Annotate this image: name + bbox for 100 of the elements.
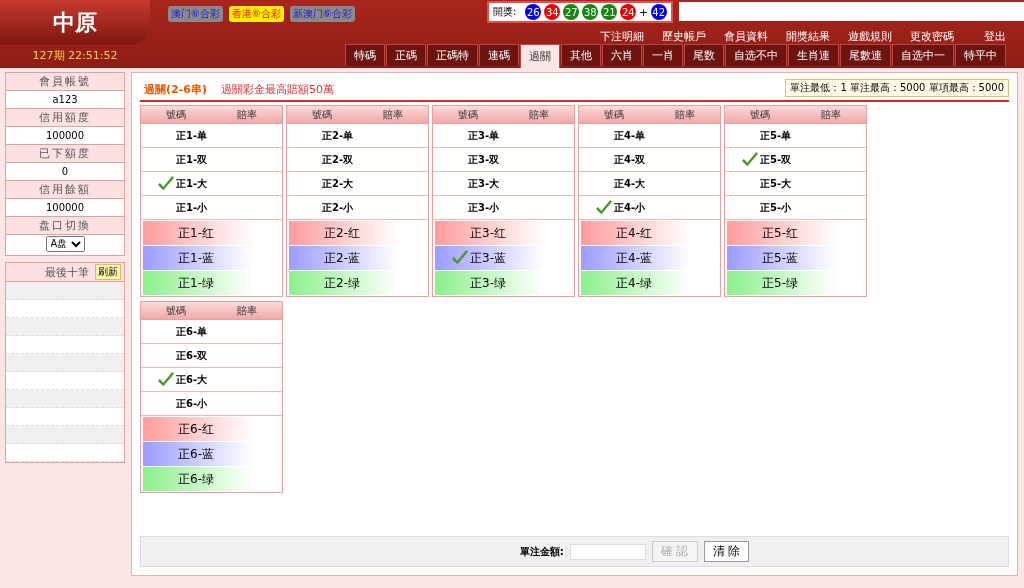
bet-option[interactable]: 正2-大 bbox=[287, 172, 428, 196]
game-tab[interactable]: 過關 bbox=[520, 44, 560, 68]
nav-link[interactable]: 遊戲規則 bbox=[840, 29, 900, 44]
nav-link[interactable]: 歷史帳戶 bbox=[654, 29, 714, 44]
option-label: 正5-小 bbox=[759, 200, 792, 215]
bet-option[interactable]: 正4-小 bbox=[579, 196, 720, 220]
nav-link[interactable]: 開獎結果 bbox=[778, 29, 838, 44]
bet-option[interactable]: 正2-小 bbox=[287, 196, 428, 220]
bet-option[interactable]: 正2-单 bbox=[287, 124, 428, 148]
bet-option[interactable]: 正1-小 bbox=[141, 196, 282, 220]
game-tab[interactable]: 生肖連 bbox=[788, 44, 839, 66]
column-header: 賠率 bbox=[674, 107, 695, 122]
game-tab[interactable]: 自选中一 bbox=[892, 44, 954, 66]
column-header: 號碼 bbox=[458, 107, 479, 122]
option-label: 正5-双 bbox=[759, 152, 792, 167]
column-header: 賠率 bbox=[236, 107, 257, 122]
option-label: 正2-单 bbox=[321, 128, 354, 143]
option-label: 正6-双 bbox=[175, 348, 208, 363]
bet-option[interactable]: 正2-双 bbox=[287, 148, 428, 172]
amount-input[interactable] bbox=[569, 543, 646, 560]
option-label: 正6-大 bbox=[175, 372, 208, 387]
number-ball: 26 bbox=[525, 4, 542, 20]
option-label: 正3-红 bbox=[469, 224, 506, 242]
option-label: 正2-双 bbox=[321, 152, 354, 167]
number-ball: 42 bbox=[650, 4, 667, 20]
odds-select[interactable]: A盘 bbox=[45, 235, 85, 252]
option-label: 正5-绿 bbox=[761, 274, 798, 292]
option-label: 正5-单 bbox=[759, 128, 792, 143]
option-label: 正2-红 bbox=[323, 224, 360, 242]
bet-option[interactable]: 正6-单 bbox=[141, 320, 282, 344]
bet-option[interactable]: 正6-小 bbox=[141, 392, 282, 416]
game-tab[interactable]: 其他 bbox=[561, 44, 601, 66]
option-label: 正1-绿 bbox=[177, 274, 214, 292]
option-label: 正2-大 bbox=[321, 176, 354, 191]
panel-title: 最後十筆 bbox=[45, 264, 89, 280]
option-label: 正3-绿 bbox=[469, 274, 506, 292]
nav-link[interactable]: 下注明細 bbox=[592, 29, 652, 44]
game-tab[interactable]: 正碼 bbox=[386, 44, 426, 66]
field-label: 盘口切換 bbox=[6, 217, 124, 235]
nav-link[interactable]: 會員資料 bbox=[716, 29, 776, 44]
option-label: 正4-绿 bbox=[615, 274, 652, 292]
number-ball: 24 bbox=[620, 4, 637, 20]
game-tab[interactable]: 一肖 bbox=[643, 44, 683, 66]
number-ball: 38 bbox=[582, 4, 599, 20]
bet-option[interactable]: 正4-大 bbox=[579, 172, 720, 196]
bet-option[interactable]: 正1-大 bbox=[141, 172, 282, 196]
option-label: 正1-大 bbox=[175, 176, 208, 191]
column-header: 賠率 bbox=[236, 303, 257, 318]
game-tab[interactable]: 特碼 bbox=[345, 44, 385, 66]
number-ball: 21 bbox=[601, 4, 618, 20]
bet-limits: 單注最低：1 單注最高：5000 單項最高：5000 bbox=[785, 79, 1009, 97]
bet-option[interactable]: 正3-单 bbox=[433, 124, 574, 148]
option-label: 正4-蓝 bbox=[615, 249, 652, 267]
section-title: 過關(2-6串) bbox=[144, 82, 207, 97]
draw-label: 開獎: bbox=[492, 5, 517, 19]
bet-option[interactable]: 正4-双 bbox=[579, 148, 720, 172]
field-label: 信用額度 bbox=[6, 109, 124, 127]
option-label: 正5-蓝 bbox=[761, 249, 798, 267]
notice-text: 過關彩金最高賠額50萬 bbox=[220, 82, 334, 97]
game-tab[interactable]: 連碼 bbox=[479, 44, 519, 66]
bet-option[interactable]: 正3-大 bbox=[433, 172, 574, 196]
option-label: 正4-小 bbox=[613, 200, 646, 215]
game-tab[interactable]: 正碼特 bbox=[427, 44, 478, 66]
field-label: 已下額度 bbox=[6, 145, 124, 163]
bet-option[interactable]: 正5-双 bbox=[725, 148, 866, 172]
bet-option[interactable]: 正5-大 bbox=[725, 172, 866, 196]
bet-option[interactable]: 正6-大 bbox=[141, 368, 282, 392]
lottery-tab[interactable]: 香港⑥合彩 bbox=[228, 6, 284, 22]
option-label: 正6-小 bbox=[175, 396, 208, 411]
column-header: 號碼 bbox=[166, 107, 187, 122]
clear-button[interactable]: 清 除 bbox=[703, 541, 750, 562]
bet-option[interactable]: 正4-单 bbox=[579, 124, 720, 148]
game-tab[interactable]: 特平中 bbox=[955, 44, 1006, 66]
game-tab[interactable]: 自选不中 bbox=[725, 44, 787, 66]
option-label: 正1-蓝 bbox=[177, 249, 214, 267]
option-label: 正6-单 bbox=[175, 324, 208, 339]
plus-sign: + bbox=[639, 6, 648, 18]
option-label: 正3-双 bbox=[467, 152, 500, 167]
game-tab[interactable]: 尾數連 bbox=[840, 44, 891, 66]
refresh-button[interactable]: 刷新 bbox=[95, 264, 121, 280]
bet-option[interactable]: 正5-小 bbox=[725, 196, 866, 220]
option-label: 正1-双 bbox=[175, 152, 208, 167]
bet-option[interactable]: 正5-单 bbox=[725, 124, 866, 148]
column-header: 號碼 bbox=[750, 107, 771, 122]
option-label: 正4-红 bbox=[615, 224, 652, 242]
option-label: 正2-小 bbox=[321, 200, 354, 215]
game-tab[interactable]: 六肖 bbox=[602, 44, 642, 66]
nav-link[interactable]: 登出 bbox=[976, 29, 1014, 44]
column-header: 賠率 bbox=[382, 107, 403, 122]
bet-option[interactable]: 正6-双 bbox=[141, 344, 282, 368]
bet-option[interactable]: 正1-双 bbox=[141, 148, 282, 172]
option-label: 正5-大 bbox=[759, 176, 792, 191]
number-ball: 27 bbox=[563, 4, 580, 20]
bet-option[interactable]: 正3-小 bbox=[433, 196, 574, 220]
bet-option[interactable]: 正3-双 bbox=[433, 148, 574, 172]
nav-link[interactable]: 更改密碼 bbox=[902, 29, 962, 44]
bet-option[interactable]: 正1-单 bbox=[141, 124, 282, 148]
option-label: 正2-绿 bbox=[323, 274, 360, 292]
option-label: 正6-绿 bbox=[177, 470, 214, 488]
game-tab[interactable]: 尾数 bbox=[684, 44, 724, 66]
